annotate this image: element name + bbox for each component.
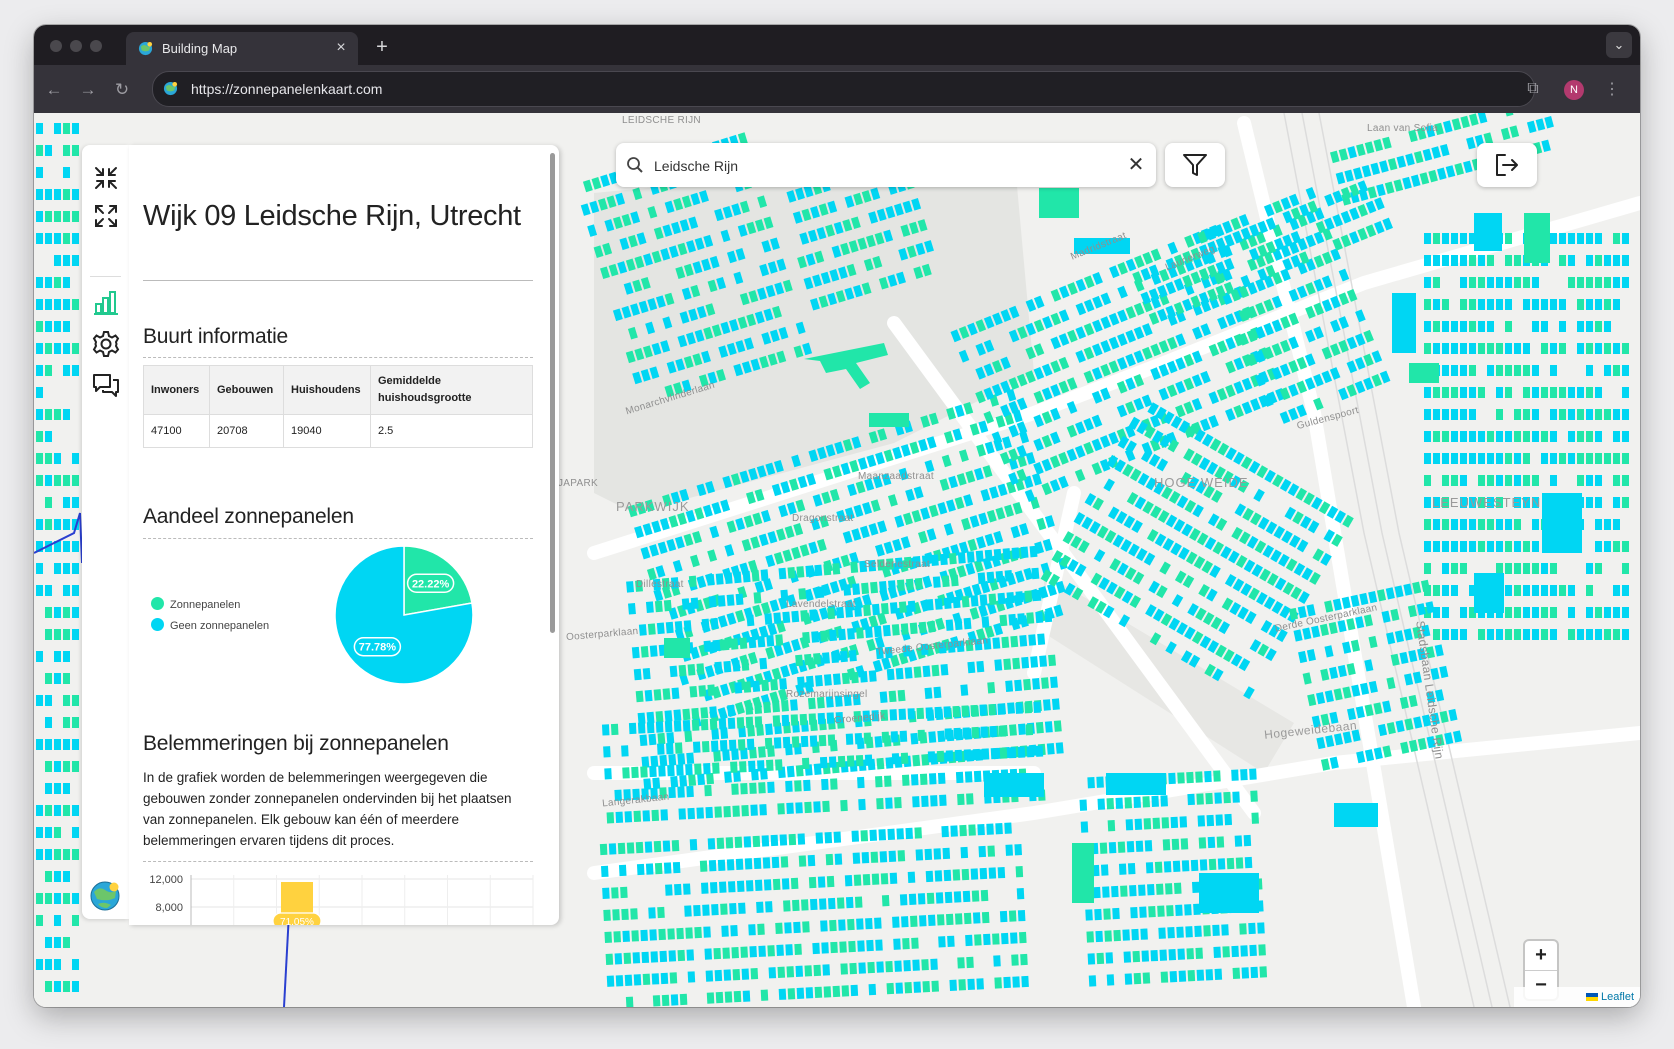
browser-window: Building Map × + ⌄ ← → ↻ https://zonnepa… (34, 25, 1640, 1007)
table-header: Gemiddelde huishoudsgrootte (370, 365, 533, 415)
close-tab-icon[interactable]: × (330, 37, 352, 59)
minimize-window-button[interactable] (70, 40, 82, 52)
section-divider (143, 538, 533, 539)
panel-scrollbar[interactable] (550, 153, 555, 633)
obstacles-bar-chart[interactable]: 12,000 8,000 71.05% (129, 867, 559, 925)
map-label-selderiestraat: Selderiestraat (864, 559, 930, 570)
map-label-leeuwesteyn: LEEUWESTEYN (1432, 495, 1542, 510)
legend-label: Zonnepanelen (170, 599, 241, 611)
settings-gear-icon[interactable] (91, 329, 121, 359)
map-label-dragonstraat: Dragonstraat (792, 513, 854, 524)
map-label-maanzaadstraat: Maanzaadstraat (858, 471, 934, 482)
tab-title: Building Map (162, 41, 238, 56)
back-icon[interactable]: ← (42, 78, 66, 102)
y-tick-label: 12,000 (149, 874, 183, 886)
map-label-laan-van-sofia: Laan van Sofia (1367, 123, 1438, 134)
page-title: Wijk 09 Leidsche Rijn, Utrecht (143, 200, 521, 232)
section-divider (143, 357, 533, 358)
search-icon (627, 157, 643, 173)
table-cell: 2.5 (370, 414, 533, 448)
map-label-dillestraat: Dillestraat (636, 579, 684, 590)
extensions-icon[interactable]: ⧉ (1522, 78, 1544, 100)
table-cell: 19040 (283, 414, 371, 448)
map-label-leidsche-rijn: LEIDSCHE RIJN (622, 115, 701, 126)
search-box: ✕ (616, 143, 1156, 187)
side-toolbar (82, 145, 129, 919)
svg-text:71.05%: 71.05% (280, 917, 314, 925)
forward-icon[interactable]: → (76, 78, 100, 102)
buurt-info-table: Inwoners Gebouwen Huishoudens Gemiddelde… (143, 365, 533, 448)
legend-item-geen-zonnepanelen[interactable]: Geen zonnepanelen (151, 618, 269, 632)
aandeel-heading: Aandeel zonnepanelen (143, 505, 354, 528)
table-cell: 20708 (209, 414, 284, 448)
search-input[interactable] (652, 152, 1106, 180)
svg-text:22.22%: 22.22% (412, 578, 450, 590)
bar-data-label: 71.05% (272, 912, 322, 925)
title-divider (143, 280, 533, 281)
belemmeringen-heading: Belemmeringen bij zonnepanelen (143, 732, 449, 755)
belemmeringen-description: In de grafiek worden de belemmeringen we… (143, 770, 512, 848)
tab-search-button[interactable]: ⌄ (1606, 32, 1632, 58)
zoom-in-button[interactable]: + (1525, 941, 1557, 970)
filter-funnel-icon (1183, 154, 1207, 176)
site-favicon-icon (138, 41, 153, 56)
y-tick-label: 8,000 (155, 902, 183, 914)
clear-search-icon[interactable]: ✕ (1124, 153, 1148, 177)
table-row: 47100 20708 19040 2.5 (143, 414, 533, 448)
profile-avatar[interactable]: N (1564, 80, 1584, 100)
exit-button[interactable] (1477, 143, 1537, 187)
url-text: https://zonnepanelenkaart.com (191, 81, 383, 97)
map-label-japark: JAPARK (558, 478, 598, 489)
map-label-lavendelstraat: Lavendelstraat (786, 599, 856, 610)
browser-toolbar: ← → ↻ https://zonnepanelenkaart.com ⧉ N … (34, 65, 1640, 113)
map-attribution[interactable]: Leaflet (1514, 987, 1640, 1007)
legend-swatch (151, 597, 164, 610)
attribution-link[interactable]: Leaflet (1601, 991, 1634, 1003)
buurt-heading: Buurt informatie (143, 325, 289, 348)
filter-button[interactable] (1165, 143, 1225, 187)
new-tab-button[interactable]: + (370, 35, 394, 59)
chat-feedback-icon[interactable] (91, 371, 121, 401)
table-cell: 47100 (143, 414, 210, 448)
map-label-hoge-weide: HOGE WEIDE (1154, 475, 1249, 490)
toolbar-divider (90, 276, 121, 277)
section-divider (143, 861, 533, 862)
table-header: Gebouwen (209, 365, 284, 415)
site-favicon-icon (163, 81, 178, 96)
svg-text:77.78%: 77.78% (359, 642, 397, 654)
browser-menu-icon[interactable]: ⋮ (1602, 78, 1622, 102)
legend-label: Geen zonnepanelen (170, 620, 270, 632)
browser-tab[interactable]: Building Map × (126, 32, 358, 65)
close-window-button[interactable] (50, 40, 62, 52)
map-label-rozemarijnsingel: Rozemarijnsingel (786, 689, 868, 700)
legend-item-zonnepanelen[interactable]: Zonnepanelen (151, 597, 240, 611)
expand-icon[interactable] (91, 201, 121, 231)
reload-icon[interactable]: ↻ (110, 78, 134, 102)
table-header: Huishoudens (283, 365, 371, 415)
ukraine-flag-icon (1585, 993, 1598, 1001)
legend-swatch (151, 618, 164, 631)
info-panel: Wijk 09 Leidsche Rijn, Utrecht Buurt inf… (129, 145, 559, 925)
collapse-icon[interactable] (91, 163, 121, 193)
address-bar[interactable]: https://zonnepanelenkaart.com (152, 71, 1535, 107)
map-label-parkwijk: PARKWIJK (616, 499, 690, 514)
bar-chart-icon[interactable] (91, 287, 121, 317)
maximize-window-button[interactable] (90, 40, 102, 52)
logout-icon (1496, 154, 1518, 176)
solar-share-pie-chart[interactable]: 22.22% 77.78% (334, 545, 474, 685)
tab-bar: Building Map × + ⌄ (34, 25, 1640, 65)
table-header: Inwoners (143, 365, 210, 415)
app-logo-globe-icon[interactable] (89, 880, 121, 912)
map-view[interactable]: LEIDSCHE RIJN Laan van Sofia Madridstraa… (34, 113, 1640, 1007)
table-header-row: Inwoners Gebouwen Huishoudens Gemiddelde… (143, 365, 533, 415)
